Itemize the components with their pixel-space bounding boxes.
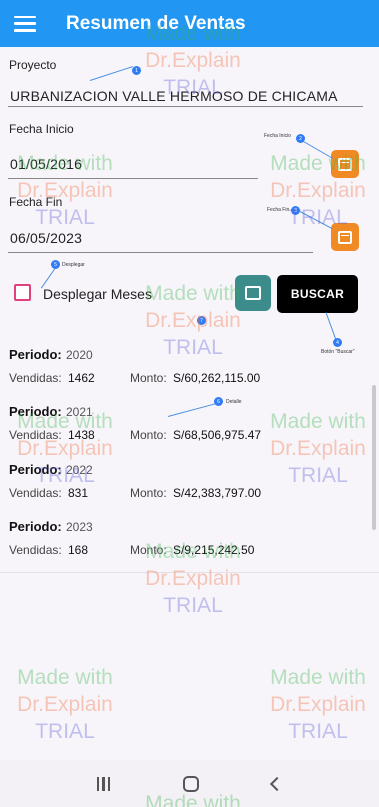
period-row-2021[interactable]: Periodo: 2021 Vendidas: 1438 Monto: S/68… xyxy=(0,397,379,458)
callout-text-4: Botón "Buscar" xyxy=(321,349,355,355)
view-toggle-button[interactable] xyxy=(235,275,271,311)
sold-value: 1438 xyxy=(68,428,95,442)
callout-badge-4: 4 xyxy=(333,338,342,347)
proyecto-select[interactable]: URBANIZACION VALLE HERMOSO DE CHICAMA xyxy=(10,88,338,104)
period-label: Periodo: xyxy=(9,404,62,419)
callout-line-1 xyxy=(89,66,133,81)
hamburger-menu-icon[interactable] xyxy=(14,15,36,32)
amount-value: S/60,262,115.00 xyxy=(173,371,261,385)
amount-value: S/68,506,975.47 xyxy=(173,428,262,442)
period-year: 2022 xyxy=(66,463,93,477)
callout-text-2: Fecha Inicio xyxy=(264,133,291,139)
app-bar: Resumen de Ventas xyxy=(0,0,379,47)
callout-badge-5: 5 xyxy=(51,260,60,269)
fecha-inicio-calendar-button[interactable] xyxy=(331,150,359,178)
period-year: 2020 xyxy=(66,348,93,362)
fecha-inicio-input[interactable]: 01/05/2016 xyxy=(10,156,82,172)
fecha-fin-underline xyxy=(8,252,313,253)
callout-text-3: Fecha Fin xyxy=(267,207,290,213)
sold-value: 1462 xyxy=(68,371,95,385)
sold-label: Vendidas: xyxy=(9,486,62,500)
recent-apps-icon[interactable] xyxy=(96,776,111,791)
amount-label: Monto: xyxy=(130,486,167,500)
callout-text-6: Detalle xyxy=(226,399,242,405)
amount-label: Monto: xyxy=(130,543,167,557)
amount-label: Monto: xyxy=(130,371,167,385)
sold-label: Vendidas: xyxy=(9,371,62,385)
callout-line-3 xyxy=(299,211,333,229)
period-row-2022[interactable]: Periodo: 2022 Vendidas: 831 Monto: S/42,… xyxy=(0,455,379,516)
page-title: Resumen de Ventas xyxy=(66,12,246,34)
callout-badge-2: 2 xyxy=(296,134,305,143)
callout-badge-3: 3 xyxy=(291,206,300,215)
fecha-fin-calendar-button[interactable] xyxy=(331,223,359,251)
calendar-icon xyxy=(338,230,352,244)
calendar-icon xyxy=(338,157,352,171)
fecha-inicio-underline xyxy=(8,178,258,179)
callout-badge-7: 7 xyxy=(197,316,206,325)
watermark: Made with Dr.Explain TRIAL xyxy=(270,666,366,743)
sold-value: 831 xyxy=(68,486,89,500)
period-label: Periodo: xyxy=(9,462,62,477)
fecha-fin-label: Fecha Fin xyxy=(9,195,63,209)
period-year: 2021 xyxy=(66,405,93,419)
callout-line-2 xyxy=(299,139,334,159)
period-label: Periodo: xyxy=(9,519,62,534)
period-label: Periodo: xyxy=(9,347,62,362)
watermark: Made with Dr.Explain TRIAL xyxy=(17,666,113,743)
sold-value: 168 xyxy=(68,543,89,557)
fecha-inicio-label: Fecha Inicio xyxy=(9,122,74,136)
proyecto-label: Proyecto xyxy=(9,58,57,72)
amount-value: S/42,383,797.00 xyxy=(173,486,262,500)
desplegar-meses-checkbox[interactable] xyxy=(14,284,31,301)
callout-badge-1: 1 xyxy=(132,66,141,75)
amount-value: S/9,215,242.50 xyxy=(173,543,255,557)
list-scrollbar[interactable] xyxy=(372,385,376,530)
period-row-2023[interactable]: Periodo: 2023 Vendidas: 168 Monto: S/9,2… xyxy=(0,512,379,573)
proyecto-underline xyxy=(8,106,363,107)
callout-line-4 xyxy=(325,312,337,339)
sold-label: Vendidas: xyxy=(9,543,62,557)
callout-text-5: Desplegar xyxy=(62,262,85,268)
buscar-button[interactable]: BUSCAR xyxy=(277,275,358,313)
callout-badge-6: 6 xyxy=(214,397,223,406)
sold-label: Vendidas: xyxy=(9,428,62,442)
watermark: Made with Dr.Explain TRIAL xyxy=(270,152,366,229)
grid-icon xyxy=(245,286,261,300)
desplegar-meses-label: Desplegar Meses xyxy=(43,286,152,302)
system-nav-bar xyxy=(0,760,379,807)
home-icon[interactable] xyxy=(183,775,200,792)
fecha-fin-input[interactable]: 06/05/2023 xyxy=(10,230,82,246)
amount-label: Monto: xyxy=(130,428,167,442)
period-year: 2023 xyxy=(66,520,93,534)
back-icon[interactable] xyxy=(270,776,285,791)
